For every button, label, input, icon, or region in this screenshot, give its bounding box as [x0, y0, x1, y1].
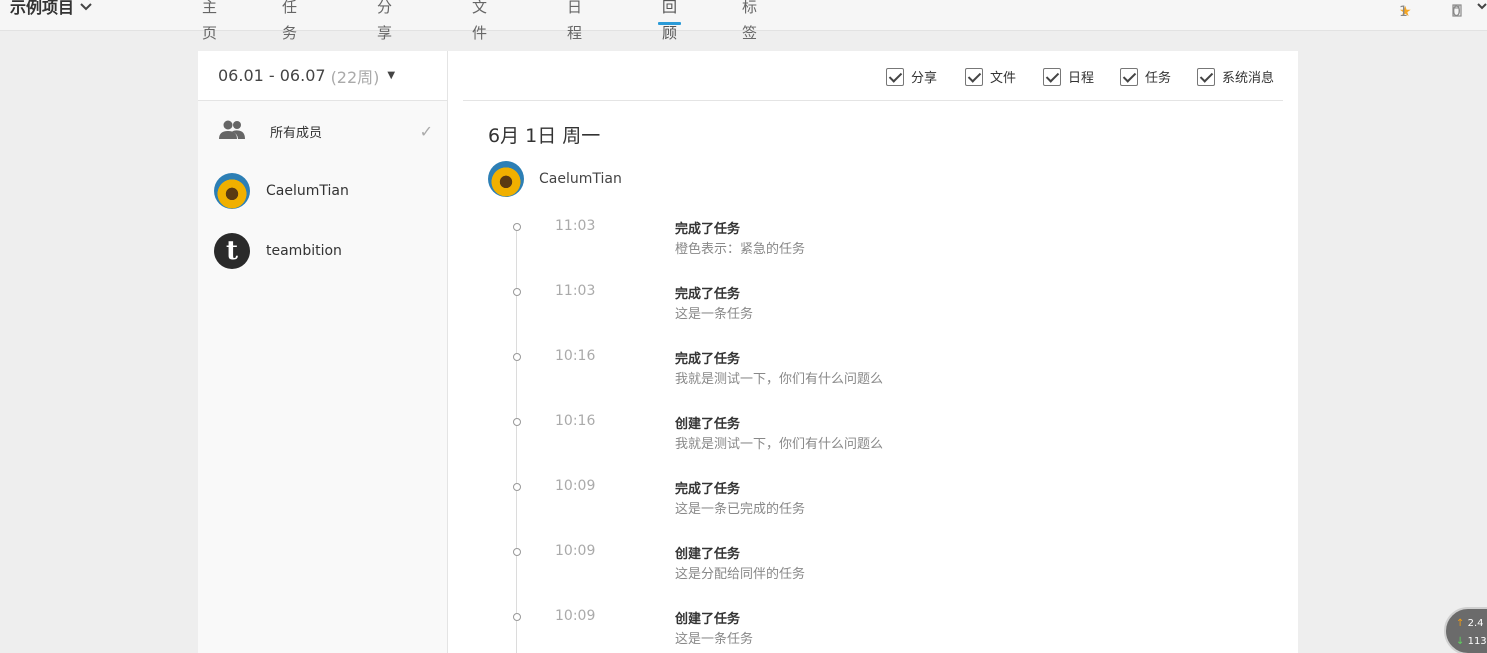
date-range-selector[interactable]: 06.01 - 06.07 (22周) ▼	[198, 51, 447, 101]
day-heading: 6月 1日 周一	[488, 125, 601, 147]
event-action: 创建了任务	[675, 417, 741, 432]
event-time: 10:09	[555, 478, 596, 494]
event-action: 完成了任务	[675, 352, 741, 367]
timeline-event[interactable]: 10:09 创建了任务 这是分配给同伴的任务	[448, 543, 1298, 604]
event-time: 10:16	[555, 413, 596, 429]
download-arrow-icon: ↓	[1456, 636, 1465, 647]
event-detail[interactable]: 这是一条已完成的任务	[675, 498, 805, 517]
filter-schedule[interactable]: 日程	[1043, 67, 1094, 86]
timeline-dot	[513, 418, 521, 426]
timeline-event[interactable]: 11:03 完成了任务 这是一条任务	[448, 283, 1298, 344]
event-time: 10:09	[555, 543, 596, 559]
schedule-checkbox[interactable]	[1043, 67, 1061, 86]
nav-review[interactable]: 回顾	[657, 0, 682, 42]
event-detail[interactable]: 这是分配给同伴的任务	[675, 563, 805, 582]
timeline-dot	[513, 613, 521, 621]
download-speed: 113	[1467, 636, 1487, 647]
chevron-down-icon	[80, 0, 92, 14]
avatar	[214, 173, 250, 209]
share-checkbox[interactable]	[886, 67, 904, 86]
nav-share-wall[interactable]: 分享墙	[377, 0, 392, 68]
nav-tags[interactable]: 标签	[742, 0, 757, 42]
system-message-checkbox[interactable]	[1197, 67, 1215, 86]
project-name: 示例项目	[10, 0, 75, 17]
timeline-dot	[513, 548, 521, 556]
event-detail[interactable]: 这是一条任务	[675, 628, 753, 647]
event-action: 完成了任务	[675, 287, 741, 302]
people-icon	[218, 119, 248, 143]
more-chevron-icon[interactable]	[1477, 0, 1487, 15]
event-detail[interactable]: 我就是测试一下，你们有什么问题么	[675, 368, 883, 387]
nav-home[interactable]: 主页	[202, 0, 217, 42]
member-name: teambition	[266, 243, 342, 259]
event-time: 10:16	[555, 348, 596, 364]
network-speed-widget[interactable]: ↑ 2.4 ↓ 113	[1444, 607, 1487, 653]
member-all-label: 所有成员	[270, 125, 323, 141]
event-time: 11:03	[555, 218, 596, 234]
nav-file-library[interactable]: 文件库	[472, 0, 487, 68]
member-all[interactable]: 所有成员 ✓	[198, 101, 447, 161]
timeline-event[interactable]: 10:16 完成了任务 我就是测试一下，你们有什么问题么	[448, 348, 1298, 409]
filter-task[interactable]: 任务	[1120, 67, 1171, 86]
type-filters: 分享 文件 日程 任务 系统消息	[463, 51, 1283, 101]
event-action: 创建了任务	[675, 547, 741, 562]
nav-task-board[interactable]: 任务板	[282, 0, 297, 68]
timeline-dot	[513, 288, 521, 296]
upload-speed: 2.4	[1467, 618, 1484, 629]
timeline-dot	[513, 353, 521, 361]
event-detail[interactable]: 我就是测试一下，你们有什么问题么	[675, 433, 883, 452]
review-panel: 分享 文件 日程 任务 系统消息 6月 1日 周一 CaelumTian 11:…	[448, 51, 1298, 653]
filter-system-message[interactable]: 系统消息	[1197, 67, 1274, 86]
file-checkbox[interactable]	[965, 67, 983, 86]
filter-file[interactable]: 文件	[965, 67, 1016, 86]
top-bar: 示例项目 主页 任务板 分享墙 文件库 日程表 回顾 标签 ★ 1 0	[0, 0, 1487, 68]
check-icon: ✓	[419, 121, 433, 141]
member-panel: 06.01 - 06.07 (22周) ▼ 所有成员 ✓ CaelumTian …	[198, 51, 448, 653]
timeline-dot	[513, 223, 521, 231]
event-time: 10:09	[555, 608, 596, 624]
filter-share[interactable]: 分享	[886, 67, 937, 86]
avatar: t	[214, 233, 250, 269]
timeline-event[interactable]: 10:09 创建了任务 这是一条任务	[448, 608, 1298, 653]
date-range: 06.01 - 06.07	[218, 66, 326, 85]
member-name: CaelumTian	[266, 183, 349, 199]
event-action: 完成了任务	[675, 222, 741, 237]
event-detail[interactable]: 橙色表示：紧急的任务	[675, 238, 805, 257]
member-caelumtian[interactable]: CaelumTian	[198, 161, 447, 221]
timeline-event[interactable]: 11:03 完成了任务 橙色表示：紧急的任务	[448, 218, 1298, 279]
avatar	[488, 161, 524, 197]
project-selector[interactable]: 示例项目	[10, 0, 92, 18]
task-checkbox[interactable]	[1120, 67, 1138, 86]
event-action: 创建了任务	[675, 612, 741, 627]
event-time: 11:03	[555, 283, 596, 299]
activity-author[interactable]: CaelumTian	[488, 161, 622, 197]
caret-down-icon: ▼	[387, 70, 396, 81]
week-number: (22周)	[330, 67, 380, 87]
author-name: CaelumTian	[539, 171, 622, 187]
upload-arrow-icon: ↑	[1456, 618, 1465, 629]
timeline-dot	[513, 483, 521, 491]
event-detail[interactable]: 这是一条任务	[675, 303, 753, 322]
member-teambition[interactable]: t teambition	[198, 221, 447, 281]
timeline-event[interactable]: 10:16 创建了任务 我就是测试一下，你们有什么问题么	[448, 413, 1298, 474]
nav-schedule[interactable]: 日程表	[567, 0, 582, 68]
event-action: 完成了任务	[675, 482, 741, 497]
timeline-event[interactable]: 10:09 完成了任务 这是一条已完成的任务	[448, 478, 1298, 539]
